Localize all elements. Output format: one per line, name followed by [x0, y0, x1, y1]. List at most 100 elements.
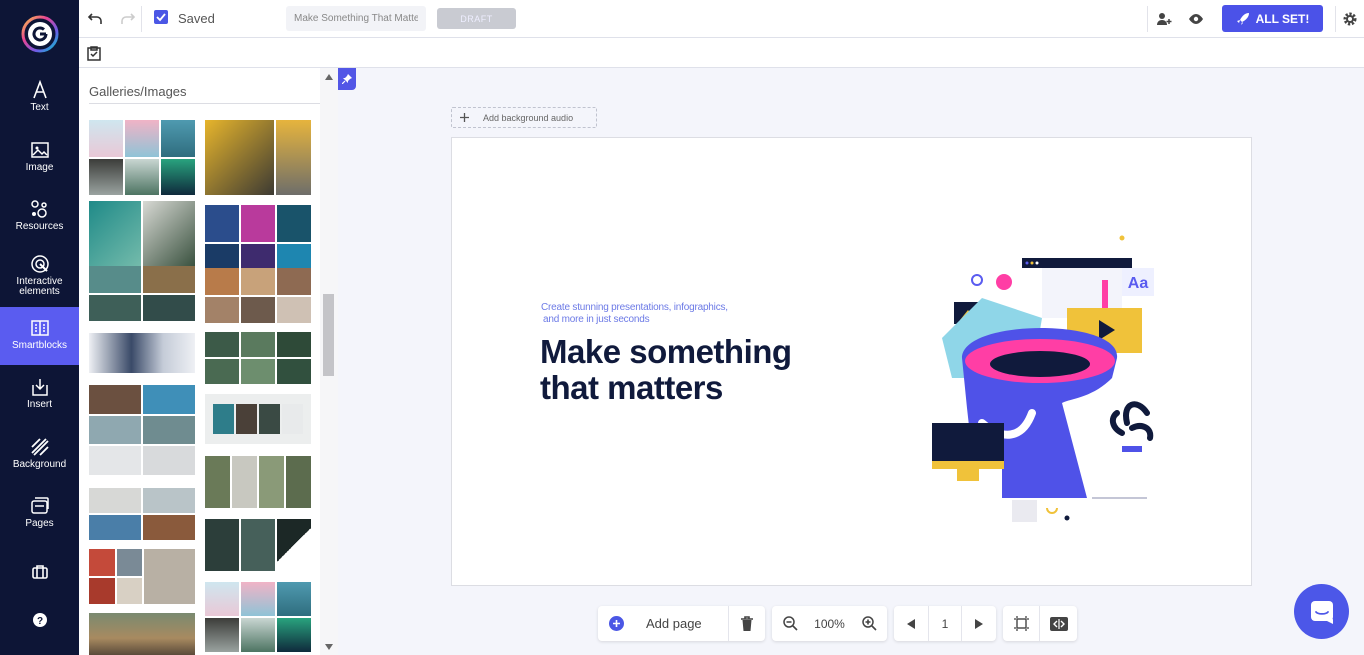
- gallery-thumb[interactable]: [89, 488, 195, 540]
- headline-line: that matters: [540, 369, 723, 406]
- gallery-thumb[interactable]: [89, 266, 195, 321]
- undo-icon: [87, 13, 102, 24]
- rail-item-interactive[interactable]: Interactive elements: [0, 254, 79, 304]
- redo-button[interactable]: [117, 8, 139, 30]
- gallery-thumb[interactable]: [205, 582, 311, 652]
- sub-toolbar: [79, 38, 1364, 68]
- help-icon: ?: [32, 613, 47, 627]
- saved-status: Saved: [178, 11, 215, 26]
- saved-checkbox: [154, 10, 168, 24]
- clipboard-button[interactable]: [83, 42, 105, 64]
- zoom-out-icon: [782, 616, 798, 631]
- clipboard-check-icon: [87, 46, 101, 61]
- slide-headline[interactable]: Make something that matters: [540, 334, 860, 406]
- eye-icon: [1189, 14, 1203, 24]
- gallery-thumb[interactable]: [205, 394, 311, 444]
- triangle-right-icon: [975, 618, 983, 629]
- code-view-button[interactable]: [1040, 606, 1077, 641]
- image-icon: [30, 142, 49, 158]
- slide-canvas[interactable]: Create stunning presentations, infograph…: [451, 137, 1252, 586]
- rail-item-label: Resources: [15, 221, 64, 232]
- text-icon: [32, 80, 47, 99]
- gallery-thumb[interactable]: [89, 613, 195, 655]
- gallery-thumb[interactable]: [89, 201, 195, 276]
- left-rail: Text Image Resources Interactive element…: [0, 0, 79, 655]
- delete-page-button[interactable]: [729, 606, 765, 641]
- gallery-thumb[interactable]: [89, 385, 195, 475]
- insert-icon: [31, 379, 48, 396]
- preview-button[interactable]: [1185, 8, 1207, 30]
- gallery-thumb[interactable]: [205, 268, 311, 323]
- gallery-thumb[interactable]: [205, 456, 311, 508]
- app: Text Image Resources Interactive element…: [0, 0, 1364, 655]
- zoom-controls: 100%: [772, 606, 887, 641]
- share-user-button[interactable]: [1153, 8, 1175, 30]
- zoom-out-button[interactable]: [772, 606, 808, 641]
- gallery-thumb[interactable]: [205, 120, 311, 195]
- resources-icon: [30, 200, 47, 218]
- scroll-down-arrow[interactable]: [325, 644, 333, 650]
- rail-item-image[interactable]: Image: [0, 140, 79, 198]
- rail-item-label: Interactive elements: [16, 276, 63, 297]
- rail-item-label: Smartblocks: [11, 340, 67, 351]
- panel-title: Galleries/Images: [89, 84, 187, 99]
- subtitle-line: and more in just seconds: [543, 314, 650, 325]
- pin-icon: [342, 74, 352, 84]
- all-set-button[interactable]: ALL SET!: [1222, 5, 1323, 32]
- previous-page-button[interactable]: [894, 606, 928, 641]
- smartblocks-panel: Galleries/Images: [79, 68, 338, 655]
- pin-panel-button[interactable]: [338, 68, 356, 90]
- briefcase-icon: [31, 565, 48, 579]
- checkmark-icon: [156, 13, 166, 22]
- settings-button[interactable]: [1339, 8, 1361, 30]
- zoom-in-icon: [861, 616, 877, 631]
- redo-icon: [121, 13, 136, 24]
- page-number[interactable]: 1: [929, 606, 961, 641]
- gallery-thumb[interactable]: [89, 549, 195, 604]
- plus-icon: [460, 113, 469, 122]
- undo-button[interactable]: [84, 8, 106, 30]
- rail-item-background[interactable]: Background: [0, 437, 79, 495]
- gallery-thumb[interactable]: [89, 333, 195, 373]
- illustration-aa-label: Aa: [1128, 275, 1149, 292]
- rail-item-resources[interactable]: Resources: [0, 199, 79, 257]
- rail-item-insert[interactable]: Insert: [0, 377, 79, 435]
- zoom-in-button[interactable]: [851, 606, 887, 641]
- trash-icon: [741, 616, 753, 631]
- rail-item-label: Image: [25, 162, 54, 173]
- illustration-head-graphic[interactable]: Aa: [922, 228, 1172, 528]
- rail-item-text[interactable]: Text: [0, 80, 79, 138]
- zoom-level: 100%: [814, 616, 845, 631]
- gallery-thumb[interactable]: [205, 519, 311, 571]
- slide-subtitle[interactable]: Create stunning presentations, infograph…: [541, 302, 751, 326]
- scroll-up-arrow[interactable]: [325, 74, 333, 80]
- divider: [141, 6, 142, 32]
- headline-line: Make something: [540, 333, 792, 370]
- project-title-input[interactable]: [286, 6, 426, 31]
- add-audio-label: Add background audio: [483, 112, 574, 123]
- background-icon: [30, 438, 49, 456]
- add-page-icon-button[interactable]: [598, 606, 634, 641]
- scrollbar-thumb[interactable]: [323, 294, 334, 376]
- gear-icon: [1343, 12, 1357, 26]
- all-set-label: ALL SET!: [1255, 11, 1310, 26]
- gallery-thumb[interactable]: [205, 332, 311, 384]
- gallery-thumb[interactable]: [89, 120, 195, 195]
- fit-to-screen-button[interactable]: [1003, 606, 1039, 641]
- rail-item-label: Pages: [25, 518, 54, 529]
- rail-item-smartblocks[interactable]: Smartblocks: [0, 307, 79, 365]
- smartblocks-icon: [30, 320, 49, 336]
- rail-item-pages[interactable]: Pages: [0, 496, 79, 554]
- page-controls: Add page: [598, 606, 765, 641]
- add-user-icon: [1157, 13, 1172, 25]
- add-background-audio-button[interactable]: Add background audio: [451, 107, 597, 128]
- code-icon: [1049, 616, 1068, 631]
- add-page-button[interactable]: Add page: [634, 606, 728, 641]
- genially-logo[interactable]: [21, 15, 59, 53]
- briefcase-button[interactable]: [0, 564, 79, 586]
- chat-support-button[interactable]: [1294, 584, 1349, 639]
- draft-badge: DRAFT: [437, 8, 516, 29]
- help-button[interactable]: ?: [0, 612, 79, 632]
- next-page-button[interactable]: [962, 606, 996, 641]
- rail-item-label: Background: [12, 459, 67, 470]
